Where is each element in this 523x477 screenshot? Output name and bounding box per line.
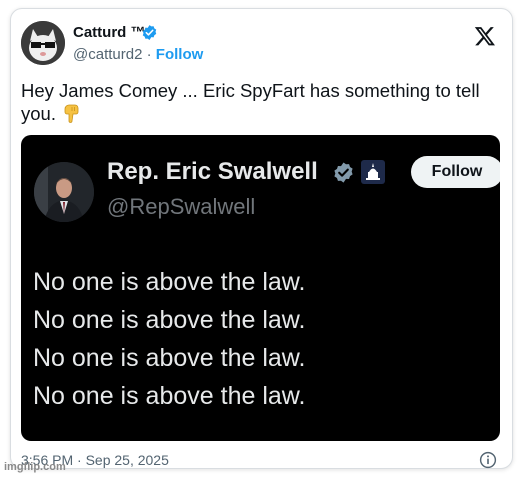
- tweet-body: Hey James Comey ... Eric SpyFart has som…: [21, 80, 480, 124]
- embedded-line: No one is above the law.: [33, 382, 306, 410]
- embedded-post-image[interactable]: Rep. Eric Swalwell Follow @RepSwalwell N…: [21, 135, 500, 441]
- gray-verified-badge-icon: [334, 162, 353, 183]
- hand-pointing-down-icon: [64, 104, 79, 123]
- embedded-avatar: [34, 162, 94, 222]
- embedded-line: No one is above the law.: [33, 344, 306, 372]
- embedded-author-name: Rep. Eric Swalwell: [107, 158, 318, 185]
- author-handle[interactable]: @catturd2: [73, 46, 142, 63]
- x-logo-icon[interactable]: [474, 25, 496, 47]
- embedded-text: No one is above the law. No one is above…: [33, 263, 305, 415]
- tweet-card: Catturd ™ @catturd2 · Follow Hey James C…: [10, 8, 513, 469]
- separator: ·: [142, 46, 156, 63]
- tweet-text: Hey James Comey ... Eric SpyFart has som…: [21, 79, 491, 125]
- author-avatar[interactable]: [21, 21, 65, 65]
- embedded-line: No one is above the law.: [33, 268, 306, 296]
- author-name[interactable]: Catturd ™: [73, 24, 146, 41]
- embedded-follow-button: Follow: [411, 156, 500, 188]
- follow-link[interactable]: Follow: [156, 46, 204, 63]
- watermark: imgflip.com: [4, 461, 66, 473]
- embedded-line: No one is above the law.: [33, 306, 306, 334]
- embedded-handle: @RepSwalwell: [107, 194, 256, 219]
- capitol-icon: [361, 160, 385, 184]
- info-icon[interactable]: [479, 451, 497, 469]
- verified-badge-icon: [142, 25, 157, 40]
- author-handle-row: @catturd2 · Follow: [73, 46, 203, 63]
